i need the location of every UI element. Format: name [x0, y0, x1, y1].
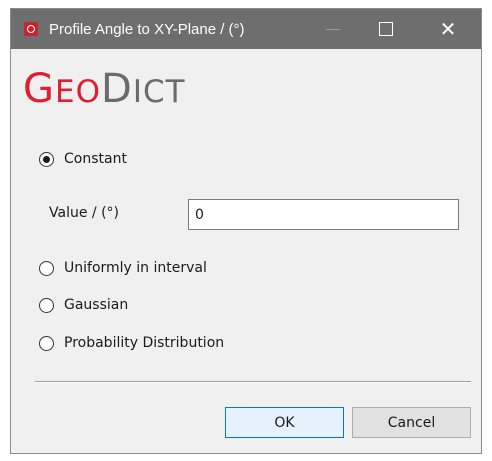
radio-label-probability-distribution: Probability Distribution — [64, 335, 225, 351]
maximize-button[interactable] — [363, 9, 409, 49]
window-title: Profile Angle to XY-Plane / (°) — [49, 21, 245, 38]
value-input[interactable] — [188, 199, 459, 230]
radio-button-probability-distribution[interactable] — [39, 335, 54, 351]
radio-label-uniform: Uniformly in interval — [64, 260, 207, 276]
radio-gaussian[interactable]: Gaussian — [39, 294, 128, 316]
radio-constant[interactable]: Constant — [39, 148, 127, 170]
minimize-button[interactable] — [310, 9, 356, 49]
ok-button[interactable]: OK — [225, 407, 344, 438]
maximize-icon — [379, 22, 393, 36]
radio-button-uniform[interactable] — [39, 260, 54, 276]
separator — [35, 381, 471, 383]
dialog-window: Profile Angle to XY-Plane / (°) ✕ GEODIC… — [10, 8, 482, 454]
title-bar[interactable]: Profile Angle to XY-Plane / (°) ✕ — [11, 9, 481, 49]
radio-label-constant: Constant — [64, 151, 127, 167]
radio-button-constant[interactable] — [39, 151, 54, 167]
close-button[interactable]: ✕ — [425, 9, 471, 49]
cancel-button[interactable]: Cancel — [352, 407, 471, 438]
radio-uniform[interactable]: Uniformly in interval — [39, 257, 207, 279]
minimize-icon — [326, 28, 340, 30]
radio-probability-distribution[interactable]: Probability Distribution — [39, 332, 224, 354]
geodict-app-icon — [24, 22, 38, 36]
geodict-logo: GEODICT — [23, 66, 186, 112]
close-icon: ✕ — [439, 17, 457, 41]
radio-button-gaussian[interactable] — [39, 297, 54, 313]
value-label: Value / (°) — [49, 205, 119, 221]
radio-label-gaussian: Gaussian — [64, 297, 129, 313]
